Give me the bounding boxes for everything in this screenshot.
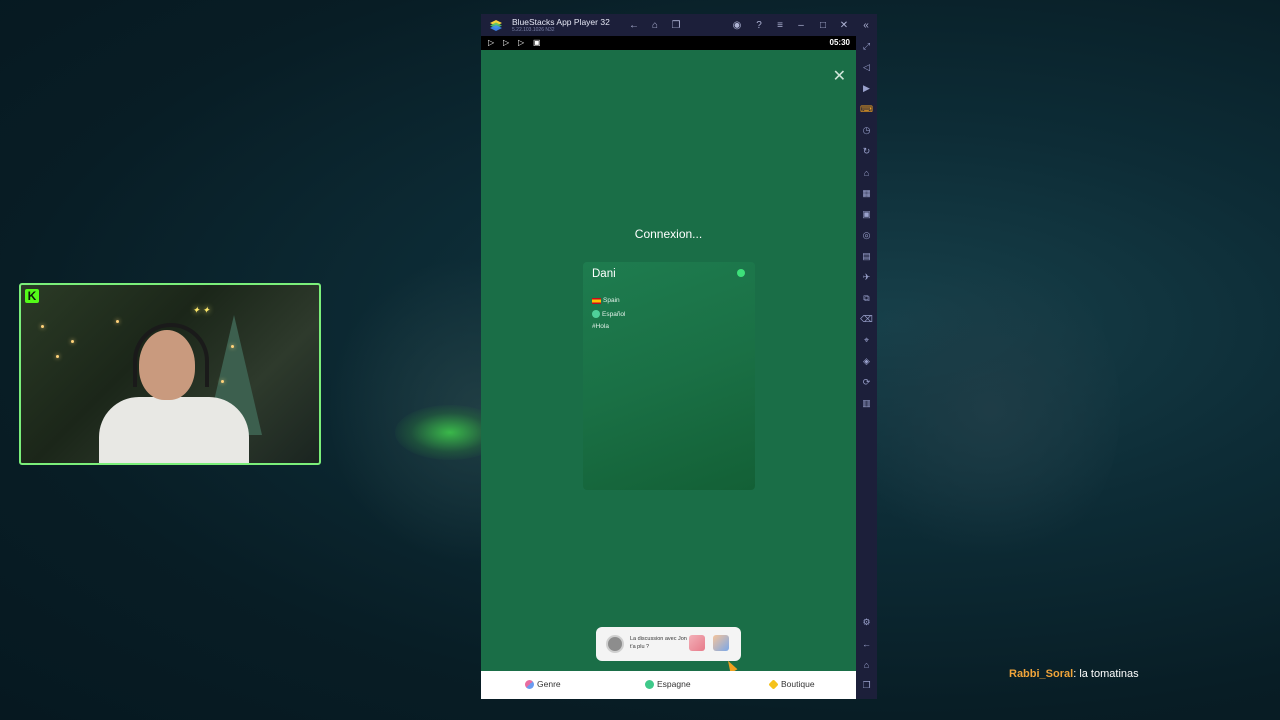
home-icon[interactable]: ⌂: [648, 18, 662, 32]
layers-icon[interactable]: ◈: [860, 355, 873, 368]
fairy-light: [116, 320, 119, 323]
notification-icon: ▣: [533, 38, 541, 47]
recent-apps-icon[interactable]: ❐: [669, 18, 683, 32]
thumbs-up-icon[interactable]: [713, 635, 729, 651]
nav-genre[interactable]: Genre: [525, 679, 561, 689]
feedback-text: La discussion avec Jon t'a plu ?: [630, 636, 687, 650]
nav-country-label: Espagne: [657, 679, 691, 689]
keyboard-icon[interactable]: ⌨: [860, 103, 873, 116]
chat-text: la tomatinas: [1079, 668, 1139, 680]
profile-name: Dani: [592, 268, 616, 280]
chat-username: Rabbi_Soral: [1009, 668, 1074, 680]
connection-status: Connexion...: [634, 227, 703, 241]
gender-icon: [525, 679, 534, 689]
volume-icon[interactable]: ◁: [860, 61, 873, 74]
profile-card[interactable]: Dani Spain Español #Hola: [583, 262, 755, 490]
minimize-icon[interactable]: –: [794, 18, 808, 32]
collapse-sidebar-icon[interactable]: «: [859, 18, 873, 32]
eco-mode-icon[interactable]: ⌂: [860, 166, 873, 179]
macro-icon[interactable]: ◷: [860, 124, 873, 137]
language-icon: [592, 310, 600, 318]
fairy-light: [221, 380, 224, 383]
window-title: BlueStacks App Player 32: [512, 17, 610, 27]
profile-country-label: Spain: [603, 297, 620, 304]
chat-message: Rabbi_Soral: la tomatinas: [1009, 668, 1139, 680]
headset: [133, 323, 209, 387]
game-controls-icon[interactable]: ▦: [860, 187, 873, 200]
title-bar: BlueStacks App Player 32 5.22.103.1026 N…: [481, 14, 877, 36]
diamond-icon: [768, 678, 779, 690]
play-icon: ▷: [518, 38, 525, 47]
background-blur: [860, 250, 1120, 570]
home-nav-icon[interactable]: ⌂: [860, 658, 873, 671]
play-store-icon: ▷: [488, 38, 495, 47]
rotate-icon[interactable]: ⟳: [860, 376, 873, 389]
close-icon[interactable]: ✕: [833, 66, 846, 86]
back-nav-icon[interactable]: ←: [860, 637, 873, 650]
profile-tag-label: #Hola: [592, 323, 609, 330]
chat-separator: :: [1073, 668, 1077, 680]
record-icon[interactable]: ◎: [860, 229, 873, 242]
airplane-icon[interactable]: ✈: [860, 271, 873, 284]
feedback-popup[interactable]: La discussion avec Jon t'a plu ?: [596, 627, 741, 661]
nav-genre-label: Genre: [537, 679, 561, 689]
fairy-light: [231, 345, 234, 348]
country-icon: [645, 679, 654, 689]
screenshot-icon[interactable]: ▣: [860, 208, 873, 221]
nav-country[interactable]: Espagne: [645, 679, 691, 689]
fairy-light: [56, 355, 59, 358]
neon-sign: ✦ ✦: [192, 305, 210, 315]
account-icon[interactable]: ◉: [730, 18, 744, 32]
bluestacks-sidebar: ⤢ ◁ ▶ ⌨ ◷ ↻ ⌂ ▦ ▣ ◎ ▤ ✈ ⧉ ⌫ ⌖ ◈ ⟳ ▥ ⚙ ← …: [856, 36, 877, 699]
online-indicator: [737, 269, 745, 277]
maximize-icon[interactable]: □: [816, 18, 830, 32]
fullscreen-icon[interactable]: ⤢: [860, 40, 873, 53]
help-icon[interactable]: ?: [752, 18, 766, 32]
bottom-nav: Genre Espagne Boutique: [481, 671, 856, 699]
streamer-body: [99, 397, 249, 463]
play-games-icon: ▷: [503, 38, 510, 47]
nav-boutique[interactable]: Boutique: [768, 678, 815, 690]
avatar: [606, 635, 624, 653]
media-folder-icon[interactable]: ▤: [860, 250, 873, 263]
bluestacks-logo-icon: [490, 20, 502, 31]
media-icon[interactable]: ▶: [860, 82, 873, 95]
thumbs-down-icon[interactable]: [689, 635, 705, 651]
erase-icon[interactable]: ⌫: [860, 313, 873, 326]
bluestacks-window: BlueStacks App Player 32 5.22.103.1026 N…: [481, 14, 877, 699]
location-icon[interactable]: ⌖: [860, 334, 873, 347]
status-time: 05:30: [829, 38, 850, 47]
profile-tag: #Hola: [592, 323, 609, 330]
sync-icon[interactable]: ↻: [860, 145, 873, 158]
nav-boutique-label: Boutique: [781, 679, 815, 689]
multi-instance-icon[interactable]: ⧉: [860, 292, 873, 305]
panel-icon[interactable]: ▥: [860, 397, 873, 410]
profile-language-label: Español: [602, 310, 626, 318]
fairy-light: [41, 325, 44, 328]
kick-logo-icon: K: [25, 289, 39, 303]
app-screen: ✕ Connexion... Dani Spain Español #Hola …: [481, 50, 856, 699]
recents-nav-icon[interactable]: ❐: [860, 679, 873, 692]
back-icon[interactable]: ←: [627, 18, 641, 32]
profile-language: Español: [592, 310, 626, 318]
fairy-light: [71, 340, 74, 343]
profile-country: Spain: [592, 297, 620, 304]
close-window-icon[interactable]: ✕: [837, 18, 851, 32]
webcam-overlay: K ✦ ✦: [19, 283, 321, 465]
spain-flag-icon: [592, 297, 601, 304]
window-version: 5.22.103.1026 N32: [512, 27, 555, 33]
menu-icon[interactable]: ≡: [773, 18, 787, 32]
android-status-bar: ▷ ▷ ▷ ▣ 05:30: [481, 36, 856, 50]
settings-icon[interactable]: ⚙: [860, 616, 873, 629]
